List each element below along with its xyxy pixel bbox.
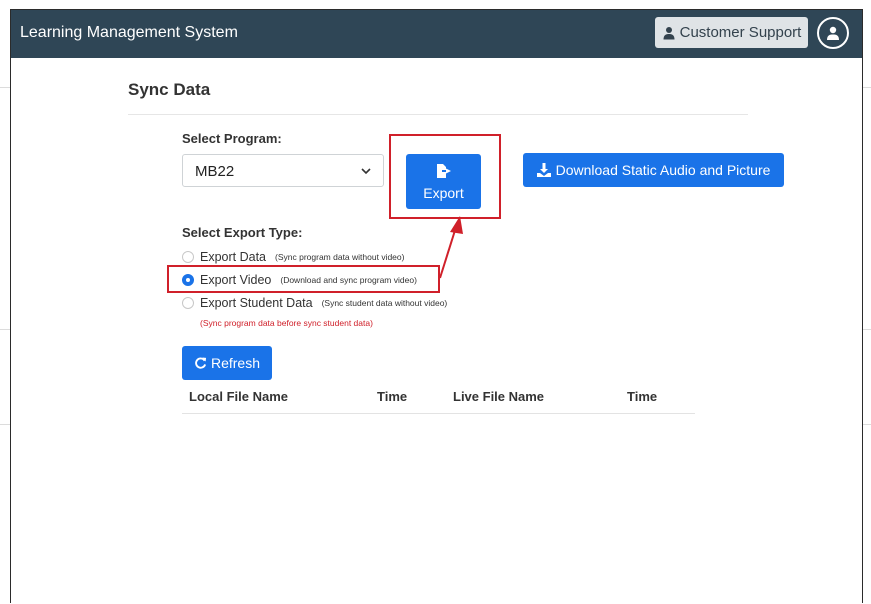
chevron-down-icon bbox=[361, 168, 371, 175]
refresh-button[interactable]: Refresh bbox=[182, 346, 272, 380]
radio-label: Export Student Data bbox=[200, 296, 313, 310]
app-window: Learning Management System Customer Supp… bbox=[10, 9, 863, 603]
refresh-label: Refresh bbox=[210, 355, 261, 371]
sync-warning: (Sync program data before sync student d… bbox=[200, 318, 373, 328]
column-header-live-file-name: Live File Name bbox=[453, 389, 545, 404]
program-label: Select Program: bbox=[182, 131, 282, 146]
page-title: Sync Data bbox=[128, 80, 211, 99]
column-header-local-file-name: Local File Name bbox=[189, 389, 288, 404]
radio-hint: (Sync program data without video) bbox=[275, 252, 405, 262]
download-static-label: Download Static Audio and Picture bbox=[555, 162, 771, 178]
top-bar: Learning Management System Customer Supp… bbox=[11, 10, 862, 58]
download-static-button[interactable]: Download Static Audio and Picture bbox=[523, 153, 784, 187]
program-select-value: MB22 bbox=[195, 163, 235, 180]
title-divider bbox=[128, 114, 748, 115]
program-select[interactable]: MB22 bbox=[182, 154, 384, 187]
background-line bbox=[863, 87, 871, 88]
background-line bbox=[863, 424, 871, 425]
app-title: Learning Management System bbox=[20, 24, 238, 41]
radio-label: Export Data bbox=[200, 250, 267, 264]
export-video-highlight-box bbox=[167, 265, 440, 293]
export-type-label: Select Export Type: bbox=[182, 225, 303, 240]
radio-export-data[interactable]: Export Data (Sync program data without v… bbox=[182, 250, 404, 264]
table-divider bbox=[182, 413, 695, 414]
radio-export-student-data[interactable]: Export Student Data (Sync student data w… bbox=[182, 296, 447, 310]
refresh-icon bbox=[195, 356, 207, 369]
user-circle-icon bbox=[827, 26, 839, 40]
radio-hint: (Sync student data without video) bbox=[321, 298, 448, 308]
radio-button[interactable] bbox=[182, 251, 194, 263]
radio-button[interactable] bbox=[182, 297, 194, 309]
background-line bbox=[0, 424, 10, 425]
customer-support-button[interactable]: Customer Support bbox=[655, 17, 808, 48]
export-highlight-box bbox=[389, 134, 501, 219]
user-headset-icon bbox=[663, 26, 675, 39]
background-line bbox=[863, 329, 871, 330]
avatar[interactable] bbox=[817, 17, 849, 49]
background-line bbox=[0, 329, 10, 330]
background-line bbox=[0, 87, 10, 88]
column-header-time: Time bbox=[377, 389, 408, 404]
customer-support-label: Customer Support bbox=[679, 24, 802, 41]
column-header-time-live: Time bbox=[627, 389, 658, 404]
download-icon bbox=[536, 163, 551, 177]
